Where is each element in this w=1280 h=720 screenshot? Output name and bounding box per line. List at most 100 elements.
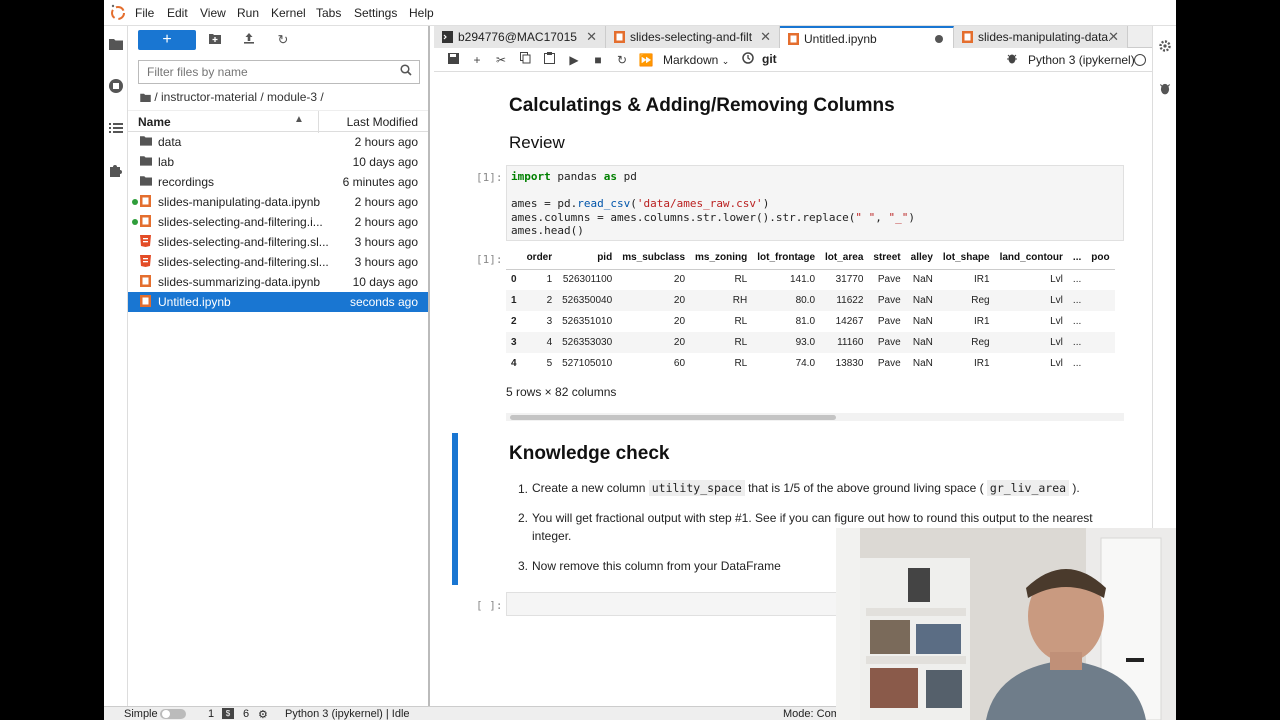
table-cell: 527105010 bbox=[557, 353, 618, 374]
tab-slides-manipulating-data[interactable]: slides-manipulating-data.ip ✕ bbox=[954, 26, 1128, 48]
code-cell-editor[interactable]: import pandas as pd ames = pd.read_csv('… bbox=[506, 165, 1124, 241]
add-cell-icon[interactable]: + bbox=[469, 52, 485, 68]
table-cell: ... bbox=[1067, 332, 1087, 353]
menu-settings[interactable]: Settings bbox=[354, 6, 397, 20]
notebook-icon bbox=[962, 31, 973, 43]
html-icon bbox=[140, 235, 152, 248]
folder-icon bbox=[140, 175, 152, 188]
cell-type-select[interactable]: Markdown ⌄ bbox=[663, 53, 729, 67]
menu-run[interactable]: Run bbox=[237, 6, 259, 20]
paste-icon[interactable] bbox=[541, 52, 557, 68]
table-of-contents-icon[interactable] bbox=[106, 118, 126, 138]
menu-edit[interactable]: Edit bbox=[167, 6, 188, 20]
toggle-knob bbox=[162, 710, 170, 718]
code-string: "_" bbox=[888, 211, 909, 224]
inline-code: utility_space bbox=[648, 480, 745, 496]
tab-terminal[interactable]: b294776@MAC17015 ✕ bbox=[434, 26, 606, 48]
close-icon[interactable]: ✕ bbox=[760, 29, 771, 45]
table-cell: 526350040 bbox=[557, 290, 618, 311]
kernel-status[interactable]: Python 3 (ipykernel) | Idle bbox=[285, 708, 410, 720]
code-text: pandas bbox=[550, 170, 604, 183]
table-cell: RH bbox=[690, 290, 753, 311]
table-cell: 1 bbox=[521, 269, 558, 290]
breadcrumb[interactable]: / instructor-material / module-3 / bbox=[140, 90, 324, 104]
table-cell: NaN bbox=[905, 290, 938, 311]
table-header-cell: pid bbox=[597, 252, 613, 264]
file-list-item[interactable]: slides-selecting-and-filtering.sl... 3 ho… bbox=[128, 232, 428, 252]
table-cell: Pave bbox=[868, 290, 906, 311]
menu-file[interactable]: File bbox=[135, 6, 154, 20]
unsaved-indicator[interactable] bbox=[935, 35, 943, 43]
file-list-item[interactable]: slides-manipulating-data.ipynb 2 hours ag… bbox=[128, 192, 428, 212]
file-list-item[interactable]: recordings 6 minutes ago bbox=[128, 172, 428, 192]
file-list-item[interactable]: slides-selecting-and-filtering.i... 2 hou… bbox=[128, 212, 428, 232]
file-modified: 10 days ago bbox=[352, 155, 418, 169]
fast-forward-icon[interactable]: ⏩ bbox=[638, 52, 654, 68]
folder-icon[interactable] bbox=[106, 34, 126, 54]
stop-icon[interactable]: ■ bbox=[590, 52, 606, 68]
menu-kernel[interactable]: Kernel bbox=[271, 6, 306, 20]
close-icon[interactable]: ✕ bbox=[586, 29, 597, 45]
table-cell: 3 bbox=[521, 311, 558, 332]
kernel-name[interactable]: Python 3 (ipykernel) bbox=[1028, 53, 1135, 67]
tab-label: b294776@MAC17015 bbox=[458, 30, 577, 44]
new-launcher-button[interactable]: + bbox=[138, 30, 196, 50]
code-line: ames.columns = ames.columns.str.lower().… bbox=[511, 211, 915, 224]
save-icon[interactable] bbox=[445, 52, 461, 68]
column-modified-header[interactable]: Last Modified bbox=[347, 115, 418, 129]
table-cell: RL bbox=[690, 269, 753, 290]
code-text: ) bbox=[908, 211, 915, 224]
file-list-item[interactable]: data 2 hours ago bbox=[128, 132, 428, 152]
restart-icon[interactable]: ↻ bbox=[614, 52, 630, 68]
simple-mode-label: Simple bbox=[124, 708, 158, 720]
table-cell bbox=[1086, 269, 1115, 290]
copy-icon[interactable] bbox=[517, 52, 533, 68]
running-kernels-icon[interactable] bbox=[106, 76, 126, 96]
table-cell: 2 bbox=[521, 290, 558, 311]
file-list-item[interactable]: Untitled.ipynb seconds ago bbox=[128, 292, 428, 312]
upload-icon[interactable] bbox=[240, 31, 258, 49]
file-filter-input[interactable] bbox=[138, 60, 420, 84]
running-indicator bbox=[132, 219, 138, 225]
new-folder-icon[interactable] bbox=[206, 31, 224, 49]
terminal-count[interactable]: 1 bbox=[208, 708, 214, 720]
refresh-icon[interactable]: ↻ bbox=[274, 31, 292, 49]
file-list-item[interactable]: slides-selecting-and-filtering.sl... 3 ho… bbox=[128, 252, 428, 272]
code-text: ames.columns = ames.columns.str.lower().… bbox=[511, 211, 856, 224]
cut-icon[interactable]: ✂ bbox=[493, 52, 509, 68]
extension-puzzle-icon[interactable] bbox=[106, 160, 126, 180]
table-cell: 20 bbox=[617, 269, 691, 290]
list-text: Create a new column bbox=[532, 481, 649, 495]
table-cell: IR1 bbox=[937, 269, 995, 290]
file-list-item[interactable]: slides-summarizing-data.ipynb 10 days ago bbox=[128, 272, 428, 292]
horizontal-scrollbar-thumb[interactable] bbox=[510, 415, 836, 420]
row-index: 1 bbox=[506, 290, 522, 311]
tab-untitled-notebook[interactable]: Untitled.ipynb bbox=[780, 26, 954, 48]
table-header-cell: alley bbox=[910, 252, 933, 264]
file-list-item[interactable]: lab 10 days ago bbox=[128, 152, 428, 172]
table-cell: 80.0 bbox=[752, 290, 821, 311]
clock-icon[interactable] bbox=[740, 52, 756, 68]
debugger-bug-icon[interactable] bbox=[1155, 78, 1175, 98]
table-cell: NaN bbox=[905, 311, 938, 332]
debugger-bug-icon[interactable] bbox=[1004, 52, 1020, 68]
notebook-icon bbox=[614, 31, 625, 43]
menu-view[interactable]: View bbox=[200, 6, 226, 20]
jupyter-logo-icon bbox=[111, 4, 125, 20]
column-divider[interactable] bbox=[318, 111, 319, 133]
table-cell: 526301100 bbox=[557, 269, 618, 290]
menu-tabs[interactable]: Tabs bbox=[316, 6, 341, 20]
git-button[interactable]: git bbox=[762, 52, 777, 66]
close-icon[interactable]: ✕ bbox=[1108, 29, 1119, 45]
column-name-header[interactable]: Name bbox=[138, 115, 171, 129]
breadcrumb-path[interactable]: / instructor-material / module-3 / bbox=[154, 90, 323, 104]
tab-slides-selecting-and-filtering[interactable]: slides-selecting-and-filterin ✕ bbox=[606, 26, 780, 48]
code-function: read_csv bbox=[577, 197, 631, 210]
run-icon[interactable]: ▶ bbox=[566, 52, 582, 68]
table-cell: 20 bbox=[617, 332, 691, 353]
kernel-count[interactable]: 6 bbox=[243, 708, 249, 720]
table-cell: 81.0 bbox=[752, 311, 821, 332]
table-cell: NaN bbox=[905, 269, 938, 290]
property-inspector-gear-icon[interactable] bbox=[1155, 36, 1175, 56]
menu-help[interactable]: Help bbox=[409, 6, 434, 20]
